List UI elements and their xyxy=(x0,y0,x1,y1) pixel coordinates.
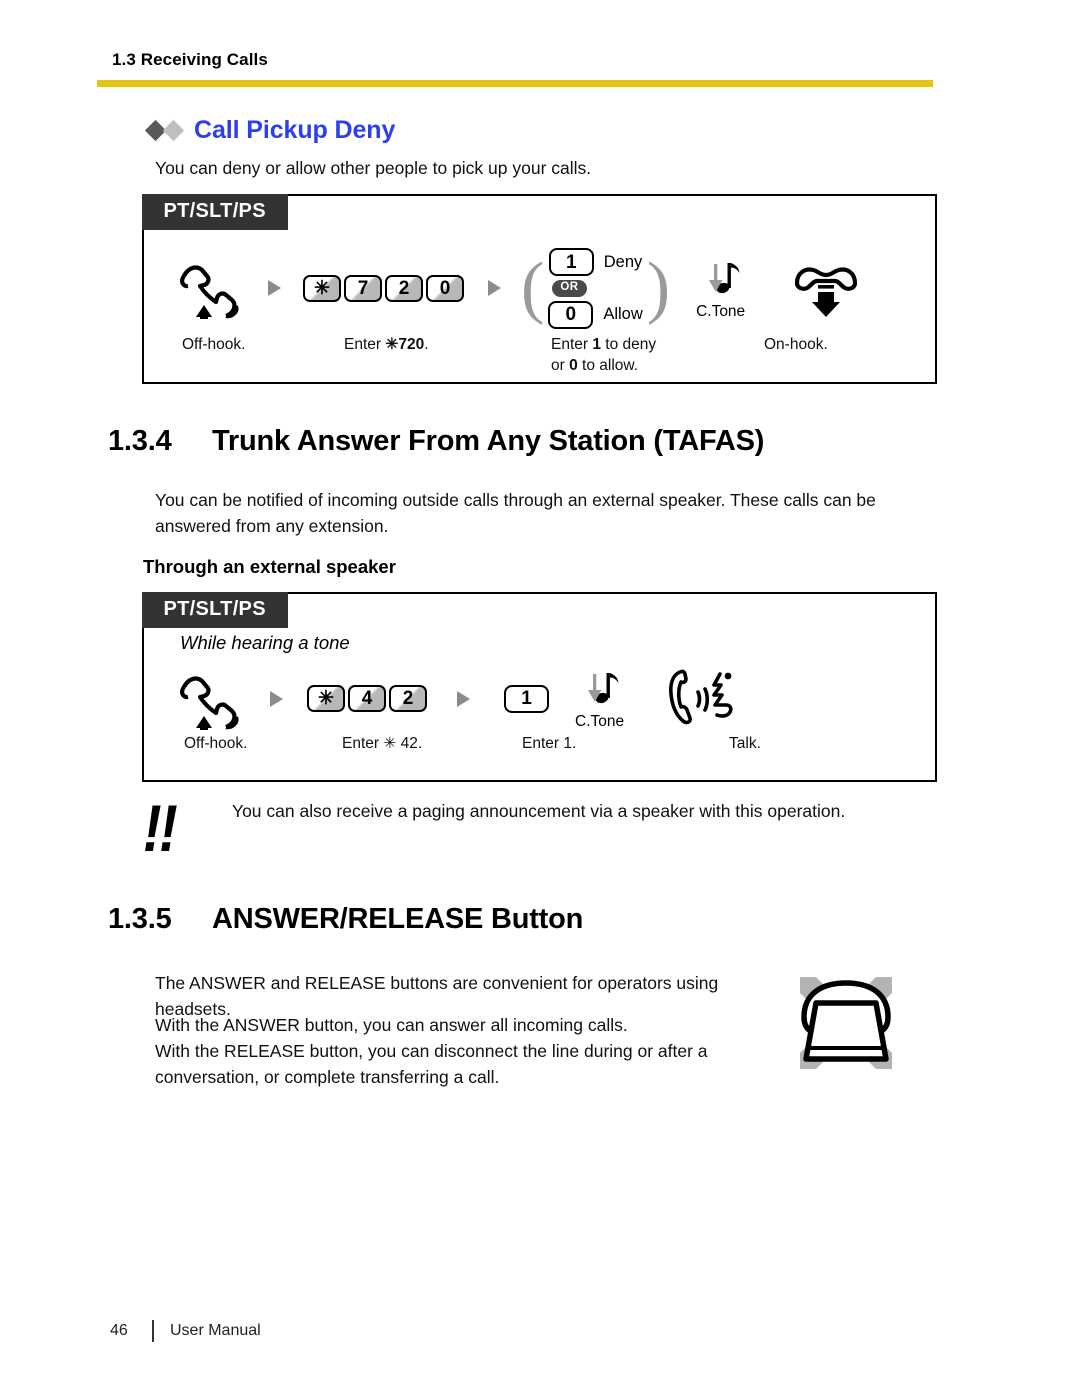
box1-caption-offhook: Off-hook. xyxy=(182,336,246,353)
box1-step-onhook xyxy=(789,257,863,319)
key-1[interactable]: 1 xyxy=(548,248,594,276)
box1-caption-onhook: On-hook. xyxy=(764,336,828,353)
paren-left: ( xyxy=(521,249,545,327)
call-pickup-deny-operation-box: PT/SLT/PS ✳ 7 2 0 (1 Deny OR 0 Allow) … xyxy=(141,193,937,384)
section-1-3-4-title: Trunk Answer From Any Station (TAFAS) xyxy=(212,425,765,457)
footer-divider xyxy=(152,1320,154,1342)
box2-condition: While hearing a tone xyxy=(180,632,350,653)
confirmation-tone-icon xyxy=(698,256,744,302)
call-pickup-deny-intro: You can deny or allow other people to pi… xyxy=(155,158,592,178)
choice-allow: 0 Allow xyxy=(548,300,643,329)
box2-caption-enter1: Enter 1. xyxy=(522,735,577,752)
box2-device-tab: PT/SLT/PS xyxy=(141,591,288,628)
on-hook-handset-icon xyxy=(789,257,863,319)
box1-step-offhook xyxy=(174,257,246,320)
tafas-note-text: You can also receive a paging announceme… xyxy=(232,801,846,821)
section-1-3-4-number: 1.3.4 xyxy=(108,425,172,457)
box1-flow: ✳ 7 2 0 ( 1 Deny OR 0 Allow) C.Tone xyxy=(174,248,863,329)
talk-handset-icon xyxy=(664,668,740,730)
section-1-3-5-title: ANSWER/RELEASE Button xyxy=(212,903,584,935)
off-hook-handset-icon xyxy=(174,668,246,730)
diamond-light-icon xyxy=(162,119,185,142)
box1-step-choice: ( 1 Deny OR 0 Allow ) xyxy=(521,248,670,329)
running-head: 1.3 Receiving Calls xyxy=(112,50,268,69)
keypad-720: ✳ 7 2 0 xyxy=(303,274,464,302)
section-1-3-5-heading: 1.3.5 ANSWER/RELEASE Button xyxy=(108,903,583,936)
key-2[interactable]: 2 xyxy=(385,274,423,302)
choice-label-deny: Deny xyxy=(603,252,643,271)
off-hook-handset-icon xyxy=(174,257,246,320)
key-star[interactable]: ✳ xyxy=(307,685,345,712)
page-footer: 46 User Manual xyxy=(110,1320,261,1342)
keypad-42: ✳ 4 2 xyxy=(307,685,427,712)
key-7[interactable]: 7 xyxy=(344,274,382,302)
key-1[interactable]: 1 xyxy=(504,684,549,713)
section-1-3-4-heading: 1.3.4 Trunk Answer From Any Station (TAFA… xyxy=(108,425,764,458)
box2-flow: ✳ 4 2 1 C.Tone xyxy=(174,666,740,731)
box2-step-talk xyxy=(664,668,740,730)
key-star[interactable]: ✳ xyxy=(303,274,341,302)
key-2[interactable]: 2 xyxy=(389,685,427,712)
answer-release-line-3: With the RELEASE button, you can disconn… xyxy=(155,1041,708,1087)
ctone-label: C.Tone xyxy=(575,713,625,730)
choice-deny: 1 Deny xyxy=(548,248,643,276)
confirmation-tone-icon xyxy=(577,666,623,712)
flow-arrow-icon xyxy=(488,280,501,297)
headset-icon xyxy=(782,963,910,1081)
box1-device-tab: PT/SLT/PS xyxy=(141,193,288,230)
document-title: User Manual xyxy=(170,1322,261,1339)
answer-release-line-2: With the ANSWER button, you can answer a… xyxy=(155,1015,628,1035)
key-0[interactable]: 0 xyxy=(548,300,594,329)
key-0[interactable]: 0 xyxy=(426,274,464,302)
tafas-subhead: Through an external speaker xyxy=(143,556,396,577)
box2-step-enter-1: 1 xyxy=(504,684,549,713)
page-number: 46 xyxy=(110,1322,128,1339)
flow-arrow-icon xyxy=(270,690,283,707)
call-pickup-deny-heading: Call Pickup Deny xyxy=(144,116,396,145)
key-4[interactable]: 4 xyxy=(348,685,386,712)
box1-step-enter-720: ✳ 7 2 0 xyxy=(303,274,464,302)
choice-label-allow: Allow xyxy=(603,305,643,323)
or-badge: OR xyxy=(552,280,587,297)
box2-caption-talk: Talk. xyxy=(729,735,761,752)
double-exclamation-note-icon: !! xyxy=(142,791,178,865)
box2-step-enter-42: ✳ 4 2 xyxy=(307,685,427,712)
header-rule xyxy=(97,80,933,87)
box1-caption-enter720: Enter ✳720. xyxy=(344,336,429,353)
box2-step-ctone: C.Tone xyxy=(575,666,624,731)
tafas-operation-box: PT/SLT/PS While hearing a tone ✳ 4 2 1 C… xyxy=(141,591,937,782)
paren-right: ) xyxy=(646,249,671,327)
box2-caption-offhook: Off-hook. xyxy=(184,735,248,752)
tafas-body: You can be notified of incoming outside … xyxy=(155,490,876,536)
box1-caption-choice: Enter 1 to deny or 0 to allow. xyxy=(551,336,657,374)
section-1-3-5-number: 1.3.5 xyxy=(108,903,172,935)
box1-step-ctone: C.Tone xyxy=(696,256,745,321)
box2-caption-enter42: Enter ✳ 42. xyxy=(342,735,423,752)
box2-step-offhook xyxy=(174,668,246,730)
flow-arrow-icon xyxy=(457,690,470,707)
call-pickup-deny-title: Call Pickup Deny xyxy=(194,116,396,144)
ctone-label: C.Tone xyxy=(696,302,746,320)
flow-arrow-icon xyxy=(268,280,281,297)
